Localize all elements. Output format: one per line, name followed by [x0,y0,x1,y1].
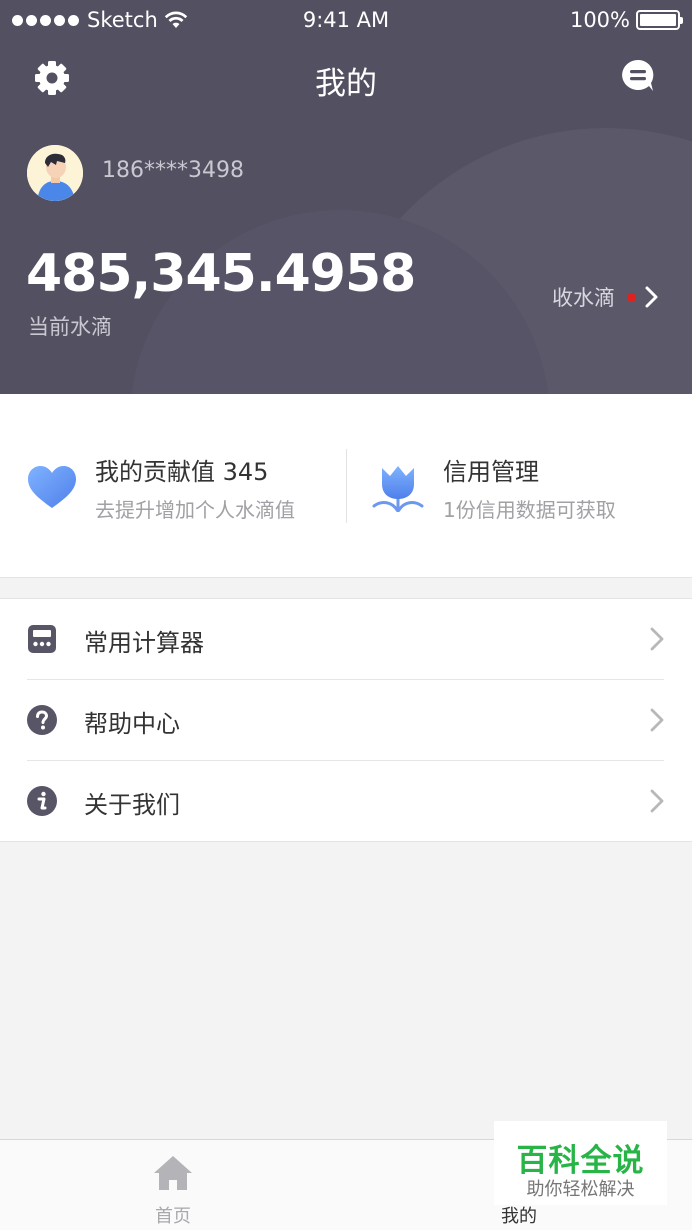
tulip-icon [372,466,424,512]
notification-dot [627,292,636,302]
chevron-right-icon [650,789,664,813]
menu-item-label: 常用计算器 [84,629,204,657]
chevron-right-icon [650,627,664,651]
status-bar: Sketch 9:41 AM 100% [0,0,692,40]
contribution-card[interactable]: 我的贡献值 345 去提升增加个人水滴值 [0,394,346,578]
home-icon [154,1156,192,1190]
contribution-title: 我的贡献值 345 [95,458,269,486]
chevron-right-icon [650,708,664,732]
page-title: 我的 [315,66,377,102]
summary-cards: 我的贡献值 345 去提升增加个人水滴值 信用管理 1份信用数据可获取 [0,394,692,578]
tab-home-label: 首页 [155,1206,191,1227]
credit-title: 信用管理 [443,458,539,486]
droplet-balance: 485,345.4958 [26,244,416,304]
question-icon [27,705,57,735]
balance-label: 当前水滴 [28,315,112,339]
credit-subtitle: 1份信用数据可获取 [443,498,616,522]
watermark-title: 百科全说 [516,1143,645,1179]
menu-item-label: 关于我们 [84,791,180,819]
card-divider [346,449,347,523]
user-avatar-icon [27,145,83,201]
menu-item-about[interactable]: 关于我们 [0,761,692,841]
avatar[interactable] [27,145,83,201]
contribution-subtitle: 去提升增加个人水滴值 [95,498,295,522]
heart-icon [28,466,76,508]
collect-label: 收水滴 [552,286,615,310]
credit-card[interactable]: 信用管理 1份信用数据可获取 [348,394,692,578]
collect-droplets-link[interactable]: 收水滴 [552,282,660,312]
profile-header: Sketch 9:41 AM 100% 我的 186****3498 485,3… [0,0,692,394]
battery-icon [636,10,683,30]
tab-mine-label: 我的 [501,1206,537,1227]
tab-home[interactable]: 首页 [0,1140,346,1230]
calculator-icon [28,625,56,653]
battery-percent: 100% [569,8,630,32]
watermark-subtitle: 助你轻松解决 [526,1179,635,1200]
phone-number: 186****3498 [102,158,244,183]
menu-item-help[interactable]: 帮助中心 [0,680,692,760]
info-icon [27,786,57,816]
message-icon [622,59,654,91]
watermark: 百科全说 助你轻松解决 [494,1121,667,1205]
menu-item-calculator[interactable]: 常用计算器 [0,599,692,679]
menu-list: 常用计算器 帮助中心 关于我们 [0,598,692,842]
chevron-right-icon [645,286,658,308]
message-button[interactable] [618,56,658,96]
menu-item-label: 帮助中心 [84,710,180,738]
